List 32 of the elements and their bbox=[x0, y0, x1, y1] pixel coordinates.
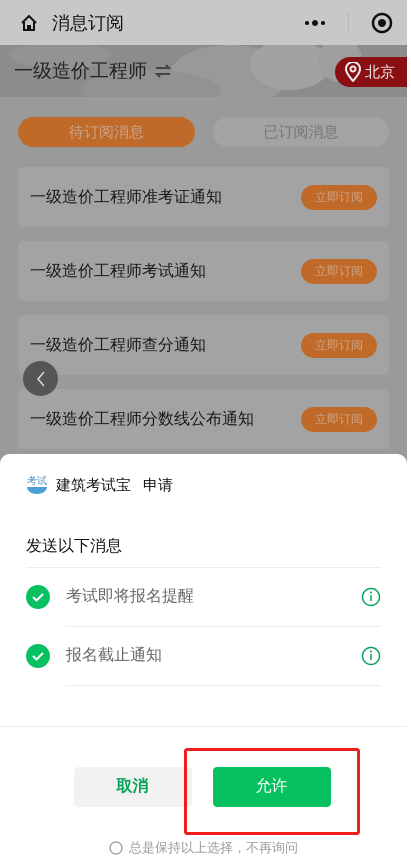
location-button[interactable]: 北京 bbox=[335, 57, 407, 87]
location-pin-icon bbox=[345, 62, 361, 82]
location-label: 北京 bbox=[365, 62, 395, 82]
notice-title: 一级造价工程师分数线公布通知 bbox=[30, 408, 254, 430]
chevron-left-icon bbox=[36, 370, 46, 386]
info-icon[interactable] bbox=[361, 646, 381, 666]
category-title: 一级造价工程师 bbox=[14, 59, 147, 84]
tab[interactable]: 待订阅消息 bbox=[18, 117, 194, 147]
message-label: 报名截止通知 bbox=[66, 645, 163, 666]
home-icon[interactable] bbox=[20, 14, 38, 32]
sheet-heading: 发送以下消息 bbox=[26, 526, 381, 568]
more-icon[interactable] bbox=[304, 20, 326, 26]
notice-title: 一级造价工程师查分通知 bbox=[30, 334, 206, 356]
info-icon[interactable] bbox=[361, 586, 381, 607]
request-label: 申请 bbox=[143, 476, 173, 496]
subscribe-button[interactable]: 立即订阅 bbox=[301, 406, 377, 432]
subscribe-button[interactable]: 立即订阅 bbox=[301, 184, 377, 210]
app-name: 建筑考试宝 bbox=[56, 476, 131, 496]
subscribe-button[interactable]: 立即订阅 bbox=[301, 258, 377, 284]
notice-title: 一级造价工程师准考证通知 bbox=[30, 186, 222, 208]
app-logo: 考试 bbox=[26, 477, 48, 494]
cancel-button[interactable]: 取消 bbox=[74, 766, 192, 807]
remember-label: 总是保持以上选择，不再询问 bbox=[129, 840, 298, 857]
allow-button[interactable]: 允许 bbox=[212, 766, 330, 807]
checkbox[interactable] bbox=[26, 585, 50, 610]
radio-button[interactable] bbox=[109, 840, 123, 855]
checkbox[interactable] bbox=[26, 644, 50, 668]
subscribe-button[interactable]: 立即订阅 bbox=[301, 332, 377, 358]
notice-title: 一级造价工程师考试通知 bbox=[30, 260, 206, 282]
page-title: 消息订阅 bbox=[52, 12, 125, 34]
switch-icon[interactable] bbox=[155, 64, 171, 78]
message-label: 考试即将报名提醒 bbox=[66, 586, 195, 608]
